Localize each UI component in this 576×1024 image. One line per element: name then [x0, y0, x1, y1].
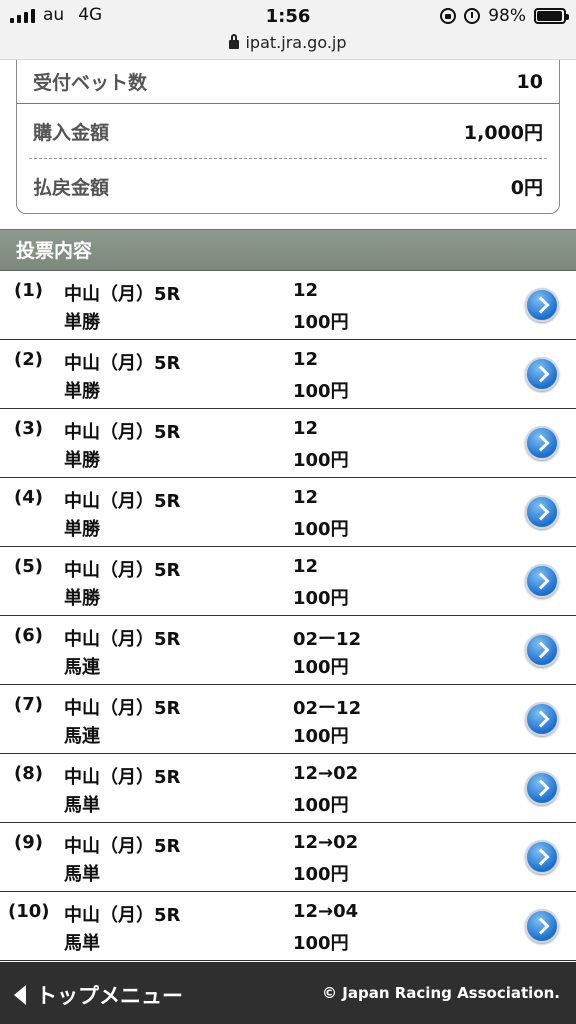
detail-arrow-icon[interactable] — [525, 840, 559, 874]
horse-combination: 12 — [293, 280, 319, 301]
race-name: 中山（月）5R — [64, 353, 181, 374]
bet-amount: 100円 — [293, 381, 349, 402]
race-name: 中山（月）5R — [64, 491, 181, 512]
bet-number: (8) — [14, 763, 43, 784]
bet-number: (5) — [14, 556, 43, 577]
detail-arrow-icon[interactable] — [525, 357, 559, 391]
race-name: 中山（月）5R — [64, 629, 181, 650]
list-item[interactable]: (2) 中山（月）5R 単勝 12 100円 — [0, 340, 576, 409]
list-item[interactable]: (5) 中山（月）5R 単勝 12 100円 — [0, 547, 576, 616]
battery-icon — [534, 8, 569, 24]
race-name: 中山（月）5R — [64, 560, 181, 581]
section-header: 投票内容 — [0, 229, 576, 271]
bet-amount: 100円 — [293, 726, 349, 747]
bet-number: (10) — [8, 901, 50, 922]
payout-row: 払戻金額 0円 — [17, 159, 559, 213]
payout-label: 払戻金額 — [33, 176, 110, 199]
bet-number: (2) — [14, 349, 43, 370]
horse-combination: 12→02 — [293, 832, 359, 853]
bet-count-label: 受付ベット数 — [33, 72, 148, 94]
race-name: 中山（月）5R — [64, 422, 181, 443]
bet-number: (9) — [14, 832, 43, 853]
list-item[interactable]: (7) 中山（月）5R 馬連 02ー12 100円 — [0, 685, 576, 754]
horse-combination: 02ー12 — [293, 698, 362, 719]
horse-combination: 12 — [293, 556, 319, 577]
horse-combination: 12 — [293, 487, 319, 508]
horse-combination: 12→04 — [293, 901, 359, 922]
horse-combination: 12 — [293, 418, 319, 439]
rotation-lock-icon — [440, 8, 457, 24]
list-item[interactable]: (6) 中山（月）5R 馬連 02ー12 100円 — [0, 616, 576, 685]
payout-value: 0円 — [510, 176, 543, 199]
horse-combination: 12 — [293, 349, 319, 370]
bet-amount: 100円 — [293, 450, 349, 471]
list-item[interactable]: (8) 中山（月）5R 馬単 12→02 100円 — [0, 754, 576, 823]
race-name: 中山（月）5R — [64, 836, 181, 857]
list-item[interactable]: (9) 中山（月）5R 馬単 12→02 100円 — [0, 823, 576, 892]
alarm-icon — [464, 8, 481, 24]
bet-amount: 100円 — [293, 795, 349, 816]
bet-number: (6) — [14, 625, 43, 646]
url-text: ipat.jra.go.jp — [245, 33, 347, 52]
list-item[interactable]: (3) 中山（月）5R 単勝 12 100円 — [0, 409, 576, 478]
summary-box: 受付ベット数 10 購入金額 1,000円 払戻金額 0円 — [16, 60, 560, 214]
bet-number: (3) — [14, 418, 43, 439]
bet-number: (1) — [14, 280, 43, 301]
bet-amount: 100円 — [293, 519, 349, 540]
detail-arrow-icon[interactable] — [525, 633, 559, 667]
detail-arrow-icon[interactable] — [525, 909, 559, 943]
race-name: 中山（月）5R — [64, 698, 181, 719]
bet-type: 馬連 — [64, 726, 100, 747]
horse-combination: 12→02 — [293, 763, 359, 784]
footer-bar: トップメニュー © Japan Racing Association. — [0, 962, 576, 1024]
purchase-value: 1,000円 — [463, 121, 543, 144]
bet-amount: 100円 — [293, 864, 349, 885]
copyright: © Japan Racing Association. — [322, 984, 560, 1002]
race-name: 中山（月）5R — [64, 284, 181, 305]
bet-amount: 100円 — [293, 657, 349, 678]
detail-arrow-icon[interactable] — [525, 702, 559, 736]
battery-percent: 98% — [488, 6, 526, 26]
detail-arrow-icon[interactable] — [525, 495, 559, 529]
bet-type: 単勝 — [64, 381, 100, 402]
bet-type: 馬単 — [64, 933, 100, 954]
top-menu-link[interactable]: トップメニュー — [14, 980, 183, 1010]
bet-amount: 100円 — [293, 312, 349, 333]
back-arrow-icon — [14, 985, 26, 1005]
url-bar[interactable]: ipat.jra.go.jp — [0, 32, 576, 60]
bet-type: 単勝 — [64, 312, 100, 333]
bet-type: 単勝 — [64, 588, 100, 609]
race-name: 中山（月）5R — [64, 905, 181, 926]
race-name: 中山（月）5R — [64, 767, 181, 788]
list-item[interactable]: (4) 中山（月）5R 単勝 12 100円 — [0, 478, 576, 547]
bet-type: 単勝 — [64, 519, 100, 540]
purchase-label: 購入金額 — [33, 121, 110, 144]
status-bar: au 4G 1:56 98% — [0, 0, 576, 32]
detail-arrow-icon[interactable] — [525, 426, 559, 460]
bet-type: 馬単 — [64, 795, 100, 816]
list-item[interactable]: (10) 中山（月）5R 馬単 12→04 100円 — [0, 892, 576, 961]
bet-list: (1) 中山（月）5R 単勝 12 100円 (2) 中山（月）5R 単勝 12 100円 (3) 中… — [0, 271, 576, 961]
horse-combination: 02ー12 — [293, 629, 362, 650]
bet-amount: 100円 — [293, 588, 349, 609]
bet-type: 馬単 — [64, 864, 100, 885]
bet-number: (7) — [14, 694, 43, 715]
bet-count-row: 受付ベット数 10 — [17, 60, 559, 104]
detail-arrow-icon[interactable] — [525, 771, 559, 805]
bet-type: 単勝 — [64, 450, 100, 471]
detail-arrow-icon[interactable] — [525, 564, 559, 598]
bet-type: 馬連 — [64, 657, 100, 678]
list-item[interactable]: (1) 中山（月）5R 単勝 12 100円 — [0, 271, 576, 340]
detail-arrow-icon[interactable] — [525, 288, 559, 322]
padlock-icon — [229, 34, 240, 49]
purchase-row: 購入金額 1,000円 — [29, 104, 547, 159]
bet-amount: 100円 — [293, 933, 349, 954]
bet-count-value: 10 — [516, 70, 543, 93]
top-menu-label: トップメニュー — [36, 984, 183, 1008]
bet-number: (4) — [14, 487, 43, 508]
